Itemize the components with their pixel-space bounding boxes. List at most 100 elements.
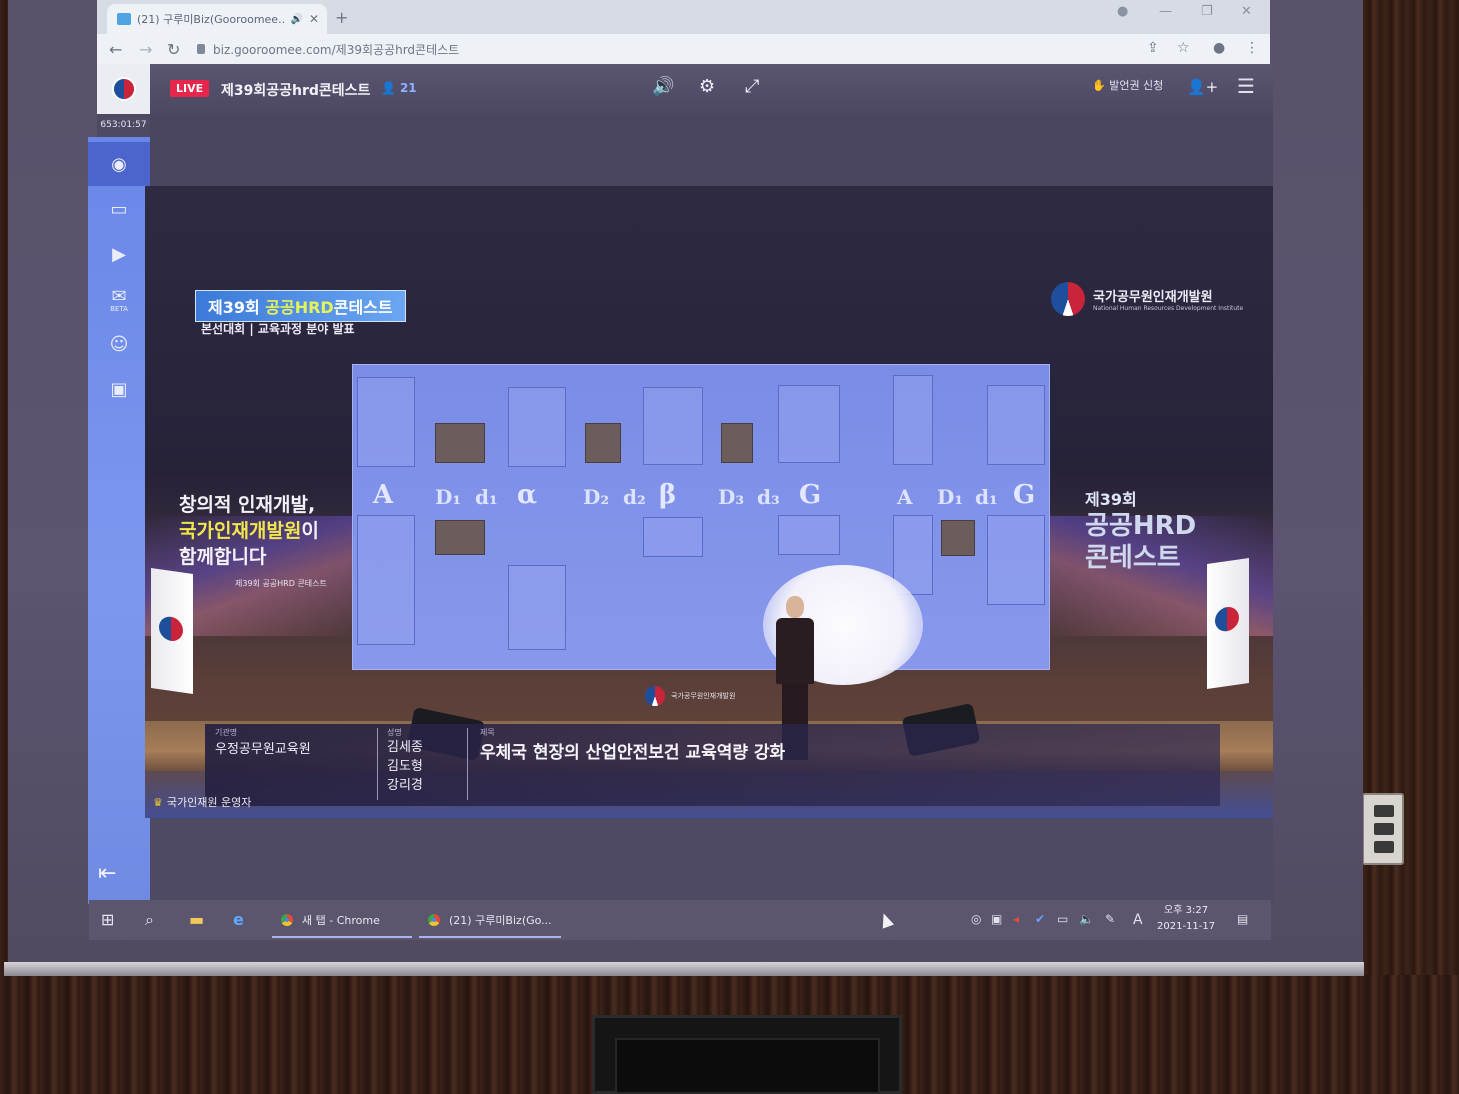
slide-box <box>357 515 415 645</box>
sidebar-item-chat[interactable]: ✉ BETA <box>88 277 150 321</box>
slide-symbol: d₂ <box>623 485 646 509</box>
sidebar-item-notes[interactable]: ▭ <box>88 187 150 231</box>
tray-network-icon[interactable]: ▭ <box>1057 912 1068 926</box>
speak-request-label: 발언권 신청 <box>1109 79 1164 92</box>
institute-emblem-icon <box>1051 282 1085 316</box>
sidebar-item-media[interactable]: ▶ <box>88 232 150 276</box>
file-explorer-icon[interactable]: ▬ <box>189 910 204 929</box>
browser-window: (21) 구루미Biz(Gooroomee... 🔊 ✕ + ● — ❐ ✕ ←… <box>97 0 1270 64</box>
tray-ime-indicator[interactable]: A <box>1133 912 1143 928</box>
sidebar-item-participants[interactable]: ◉ <box>88 142 150 186</box>
forward-icon[interactable]: → <box>139 40 152 59</box>
app-sidebar: ◉ ▭ ▶ ✉ BETA ☺ ▣ ⇤ <box>88 137 150 904</box>
slide-symbol: G <box>799 480 822 510</box>
video-play-icon: ▶ <box>112 243 126 265</box>
browser-menu-icon[interactable]: ⋮ <box>1245 40 1259 56</box>
slogan-small: 제39회 공공HRD 콘테스트 <box>235 579 327 588</box>
switch <box>1374 823 1394 835</box>
app-logo <box>97 64 150 114</box>
menu-hamburger-icon[interactable]: ☰ <box>1237 74 1255 98</box>
slide-box <box>987 515 1045 605</box>
slide-photo <box>585 423 621 463</box>
back-icon[interactable]: ← <box>109 40 122 59</box>
tray-pen-icon[interactable]: ✎ <box>1105 912 1115 926</box>
sidebar-item-emoji[interactable]: ☺ <box>88 322 150 366</box>
slide-box <box>643 387 703 465</box>
taegeuk-icon <box>159 615 183 643</box>
caption-org-label: 기관명 <box>215 728 238 737</box>
caption-org: 우정공무원교육원 <box>215 742 311 757</box>
address-bar[interactable]: biz.gooroomee.com/제39회공공hrd콘테스트 <box>197 38 1137 60</box>
taegeuk-icon <box>1215 605 1239 633</box>
internet-explorer-icon[interactable]: e <box>233 910 244 929</box>
windows-taskbar: ⊞ ⌕ ▬ e 새 탭 - Chrome (21) 구루미Biz(Go... ◎… <box>89 900 1271 940</box>
maximize-icon[interactable]: ❐ <box>1201 4 1213 19</box>
slide-box <box>357 377 415 467</box>
speak-request-button[interactable]: ✋ 발언권 신청 <box>1092 77 1163 93</box>
lock-icon <box>197 44 205 54</box>
bookmark-star-icon[interactable]: ☆ <box>1177 40 1190 56</box>
caption-names-label: 성명 <box>387 728 402 737</box>
settings-gear-icon[interactable]: ⚙ <box>699 76 715 97</box>
install-app-icon[interactable]: ⇪ <box>1147 40 1159 56</box>
tray-arrow-icon[interactable]: ◂ <box>1013 912 1019 926</box>
caption-name: 김도형 <box>387 759 423 774</box>
minimize-icon[interactable]: — <box>1159 4 1172 19</box>
smile-icon: ☺ <box>109 333 129 355</box>
tray-screen-icon[interactable]: ▣ <box>991 912 1002 926</box>
tray-volume-icon[interactable]: 🔈 <box>1079 912 1094 926</box>
wall-switch-panel <box>1362 793 1404 865</box>
slide-box <box>778 385 840 463</box>
slide-symbol: D₁ <box>937 485 964 509</box>
tab-close-icon[interactable]: ✕ <box>309 12 319 26</box>
badge-suffix: 콘테스트 <box>333 298 393 317</box>
taskbar-clock[interactable]: 오후 3:27 2021-11-17 <box>1157 903 1215 935</box>
profile-dot-icon[interactable]: ● <box>1117 4 1128 19</box>
host-label: ♛ 국가인재원 운영자 <box>153 794 251 810</box>
host-name: 국가인재원 운영자 <box>166 796 252 809</box>
taskbar-app-label: 새 탭 - Chrome <box>302 914 380 927</box>
right-contest-title: 제39회 공공HRD 콘테스트 <box>1085 486 1196 574</box>
fullscreen-icon[interactable]: ⤢ <box>745 76 759 97</box>
slide-symbol: d₁ <box>975 485 998 509</box>
crown-icon: ♛ <box>153 795 163 809</box>
volume-icon[interactable]: 🔊 <box>652 76 674 97</box>
video-top-margin <box>150 114 1273 186</box>
slide-photo <box>435 423 485 463</box>
slide-symbol: D₁ <box>435 485 462 509</box>
slide-photo <box>435 520 485 555</box>
invite-user-icon[interactable]: 👤+ <box>1187 78 1218 96</box>
gooroomee-favicon-icon <box>117 13 131 25</box>
tray-app-icon[interactable]: ✔ <box>1035 912 1045 926</box>
slogan-line-1: 창의적 인재개발, <box>179 494 316 516</box>
account-icon[interactable]: ● <box>1213 40 1225 56</box>
right-contest-line-2: 콘테스트 <box>1085 543 1181 573</box>
korean-flag-left <box>151 568 193 694</box>
reload-icon[interactable]: ↻ <box>167 40 180 59</box>
caption-divider <box>377 728 378 800</box>
browser-tab[interactable]: (21) 구루미Biz(Gooroomee... 🔊 ✕ <box>107 4 327 34</box>
tray-camera-icon[interactable]: ◎ <box>971 912 981 926</box>
viewer-count[interactable]: 👤 21 <box>381 81 417 95</box>
contest-badge: 제39회 공공HRD콘테스트 <box>195 290 406 322</box>
slogan: 창의적 인재개발, 국가인재개발원이 함께합니다 <box>179 492 319 570</box>
new-tab-icon[interactable]: + <box>335 8 348 27</box>
contest-subtitle: 본선대회 | 교육과정 분야 발표 <box>201 322 355 336</box>
exit-room-icon[interactable]: ⇤ <box>98 861 116 886</box>
korean-flag-right <box>1207 558 1249 689</box>
slogan-highlight: 국가인재개발원 <box>179 520 302 542</box>
close-window-icon[interactable]: ✕ <box>1241 4 1252 19</box>
taskbar-app-chrome-newtab[interactable]: 새 탭 - Chrome <box>272 904 412 938</box>
slide-symbol: D₃ <box>718 485 745 509</box>
windows-start-icon[interactable]: ⊞ <box>101 910 114 929</box>
chrome-icon <box>278 911 296 929</box>
slide-symbol: d₃ <box>757 485 780 509</box>
caption-name: 김세종 <box>387 740 423 755</box>
sidebar-item-profile[interactable]: ▣ <box>88 367 150 411</box>
government-emblem-icon <box>111 77 136 101</box>
action-center-icon[interactable]: ▤ <box>1237 912 1248 926</box>
search-icon[interactable]: ⌕ <box>145 910 154 930</box>
taskbar-app-gooroomee[interactable]: (21) 구루미Biz(Go... <box>419 904 561 938</box>
hand-icon: ✋ <box>1092 79 1106 92</box>
badge-highlight: 공공HRD <box>265 298 334 317</box>
